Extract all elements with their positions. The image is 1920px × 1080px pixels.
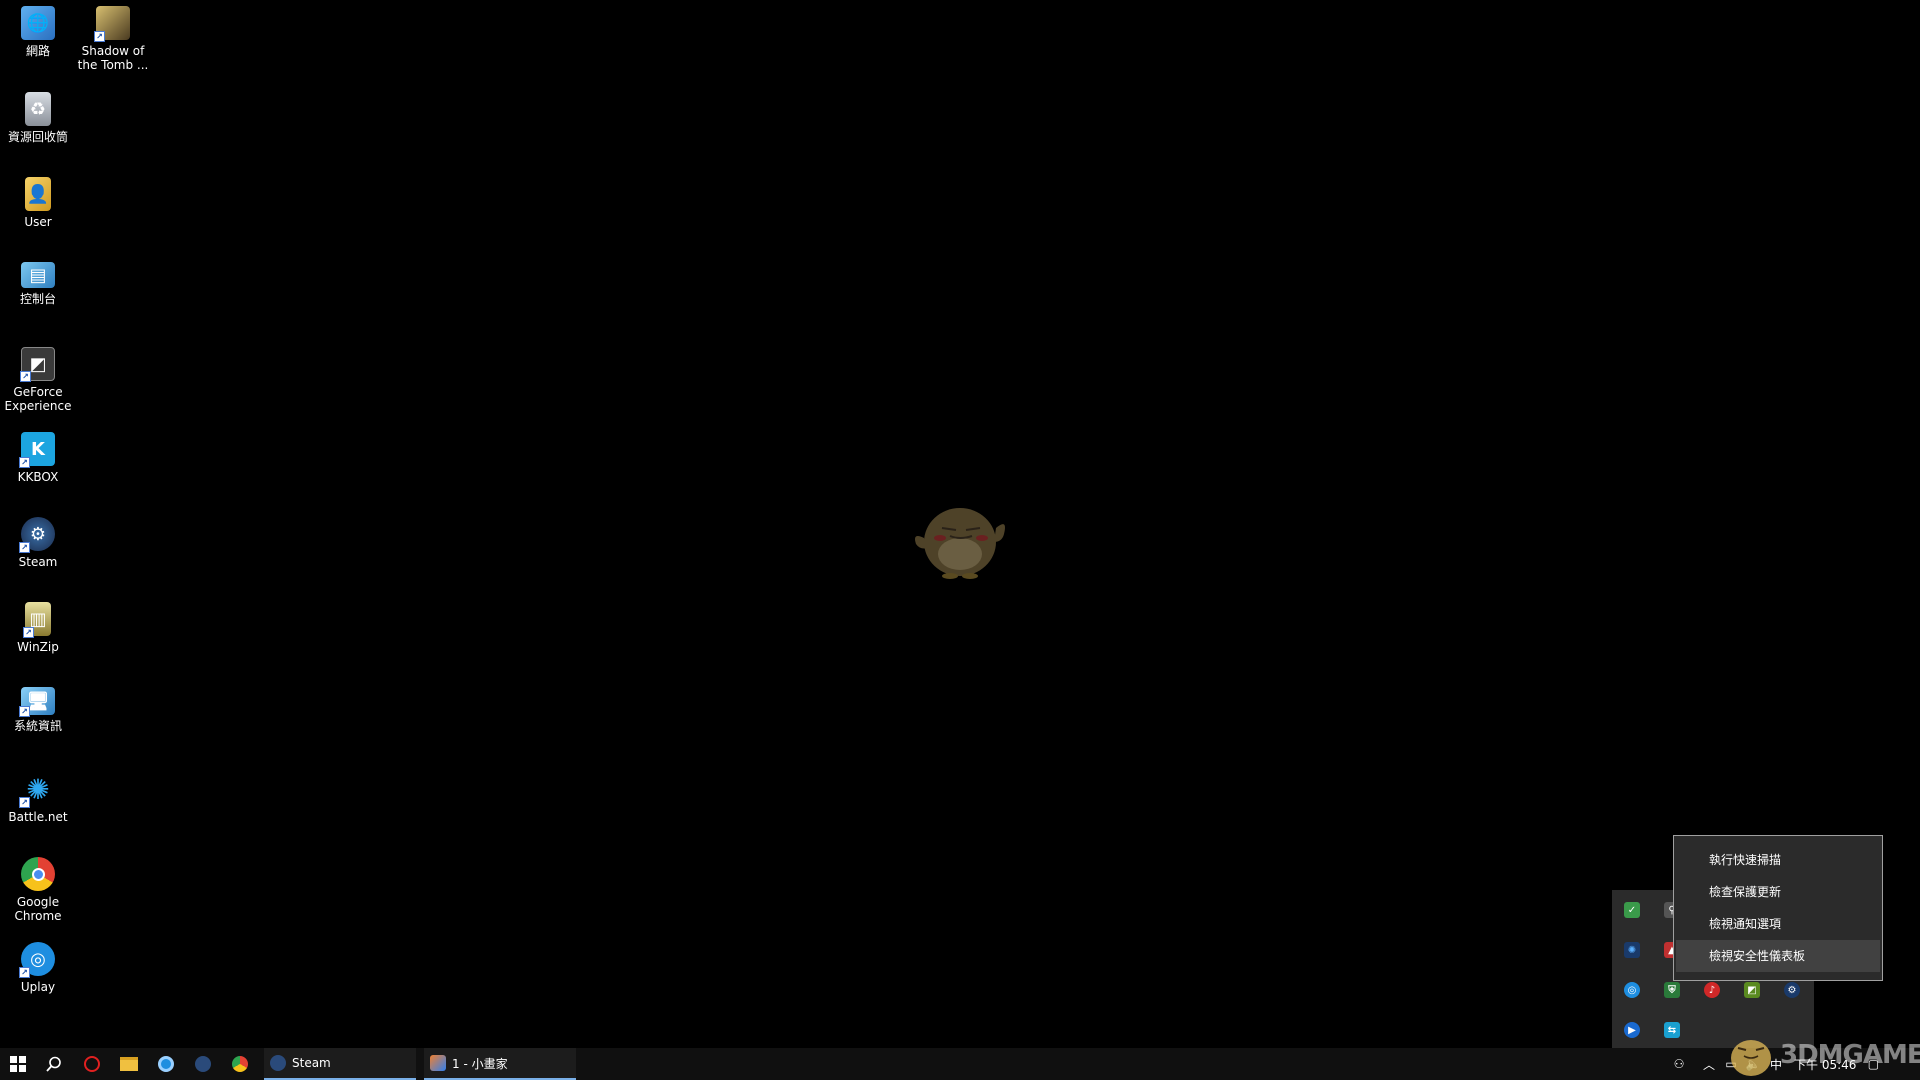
desktop-icon-system-info[interactable]: 🖥 ↗ 系統資訊 (0, 687, 76, 733)
desktop-icon-network[interactable]: 🌐 網路 (0, 6, 76, 58)
shortcut-arrow-icon: ↗ (23, 627, 34, 638)
watermark: 3DMGAME (1726, 1030, 1920, 1080)
desktop-icon-label: 資源回收筒 (7, 130, 68, 144)
menu-item-security-dashboard[interactable]: 檢視安全性儀表板 (1676, 940, 1880, 972)
windows-logo-icon (10, 1056, 26, 1072)
desktop-icon-battlenet[interactable]: ✺ ↗ Battle.net (0, 772, 76, 825)
network-icon: 🌐 (21, 6, 55, 40)
shortcut-arrow-icon: ↗ (19, 706, 30, 717)
shortcut-arrow-icon: ↗ (19, 797, 30, 808)
watermark-text: 3DMGAME (1780, 1040, 1920, 1070)
red-circle-app-icon (84, 1056, 100, 1072)
paint-icon (430, 1055, 446, 1071)
desktop-icon-label: User (24, 215, 52, 229)
search-button[interactable] (36, 1048, 72, 1080)
menu-item-check-updates[interactable]: 檢查保護更新 (1676, 876, 1880, 908)
battlenet-tray-icon[interactable]: ✺ (1624, 942, 1640, 958)
uplay-icon (158, 1056, 174, 1072)
shortcut-arrow-icon: ↗ (94, 31, 105, 42)
desktop-icon-kkbox[interactable]: K ↗ KKBOX (0, 432, 76, 484)
shortcut-arrow-icon: ↗ (20, 371, 31, 382)
desktop-icon-label: Google Chrome (14, 895, 62, 923)
system-info-icon: 🖥 ↗ (19, 687, 55, 717)
desktop-icon-recycle-bin[interactable]: ♻ 資源回收筒 (0, 92, 76, 144)
desktop-icon-steam[interactable]: ⚙ ↗ Steam (0, 517, 76, 569)
taskbar-pinned-uplay[interactable] (148, 1048, 184, 1080)
steam-icon (270, 1055, 286, 1071)
taskbar-pinned-steam[interactable] (185, 1048, 221, 1080)
people-icon[interactable]: ⚇ (1668, 1048, 1690, 1080)
defender-context-menu: 執行快速掃描 檢查保護更新 檢視通知選項 檢視安全性儀表板 (1673, 835, 1883, 981)
chrome-icon (21, 857, 55, 891)
desktop-icon-control-panel[interactable]: ▤ 控制台 (0, 262, 76, 306)
recycle-bin-icon: ♻ (25, 92, 51, 126)
battlenet-icon: ✺ ↗ (19, 772, 55, 808)
geforce-icon: ◩ ↗ (20, 347, 55, 382)
desktop-icon-label: KKBOX (17, 470, 59, 484)
shortcut-arrow-icon: ↗ (19, 457, 30, 468)
steam-icon: ⚙ ↗ (19, 517, 55, 553)
defender-shield-icon[interactable]: ✓ (1624, 902, 1640, 918)
winzip-icon: ▥ ↗ (23, 602, 51, 638)
sync-tray-icon[interactable]: ⇆ (1664, 1022, 1680, 1038)
steam-icon (195, 1056, 211, 1072)
shortcut-arrow-icon: ↗ (19, 967, 30, 978)
desktop-icon-label: 系統資訊 (13, 719, 62, 733)
taskbar-pinned-chrome[interactable] (222, 1048, 258, 1080)
taskbar-app-paint[interactable]: 1 - 小畫家 (424, 1048, 576, 1080)
desktop-icon-label: WinZip (17, 640, 59, 654)
desktop-icon-label: 控制台 (19, 292, 56, 306)
desktop-icon-chrome[interactable]: Google Chrome (0, 857, 76, 923)
kkbox-icon: K ↗ (19, 432, 55, 468)
file-explorer-icon (120, 1057, 138, 1071)
desktop-icon-geforce[interactable]: ◩ ↗ GeForce Experience (0, 347, 76, 413)
media-tray-icon[interactable]: ▶ (1624, 1022, 1640, 1038)
game-icon: ↗ (94, 6, 130, 42)
desktop-icon-user[interactable]: 👤 User (0, 177, 76, 229)
taskbar-pinned-red-app[interactable] (74, 1048, 110, 1080)
desktop-icon-label: GeForce Experience (4, 385, 72, 413)
desktop-icon-label: 網路 (25, 44, 50, 58)
menu-item-notification-options[interactable]: 檢視通知選項 (1676, 908, 1880, 940)
chevron-up-icon[interactable]: ︿ (1698, 1048, 1720, 1080)
taskbar-pinned-explorer[interactable] (111, 1048, 147, 1080)
uplay-icon: ◎ ↗ (19, 942, 55, 978)
user-folder-icon: 👤 (25, 177, 51, 211)
desktop-icon-label: Shadow of the Tomb ... (77, 44, 149, 72)
start-button[interactable] (0, 1048, 36, 1080)
control-panel-icon: ▤ (21, 262, 55, 288)
desktop-icon-label: Uplay (20, 980, 56, 994)
security-tray-icon[interactable]: ⛨ (1664, 982, 1680, 998)
steam-tray-icon[interactable]: ⚙ (1784, 982, 1800, 998)
wallpaper-mascot-image (915, 508, 1005, 579)
nvidia-tray-icon[interactable]: ◩ (1744, 982, 1760, 998)
uplay-tray-icon[interactable]: ◎ (1624, 982, 1640, 998)
desktop-icon-shadow-tomb[interactable]: ↗ Shadow of the Tomb ... (75, 6, 151, 72)
desktop-icon-uplay[interactable]: ◎ ↗ Uplay (0, 942, 76, 994)
watermark-mascot-icon (1731, 1040, 1771, 1076)
desktop-icon-label: Steam (18, 555, 58, 569)
taskbar-app-steam[interactable]: Steam (264, 1048, 416, 1080)
kkbox-tray-icon[interactable]: ♪ (1704, 982, 1720, 998)
shortcut-arrow-icon: ↗ (19, 542, 30, 553)
desktop-icon-label: Battle.net (8, 810, 68, 824)
menu-item-quick-scan[interactable]: 執行快速掃描 (1676, 844, 1880, 876)
taskbar-app-label: 1 - 小畫家 (452, 1056, 508, 1071)
desktop-icon-winzip[interactable]: ▥ ↗ WinZip (0, 602, 76, 654)
taskbar-app-label: Steam (292, 1056, 331, 1070)
chrome-icon (232, 1056, 248, 1072)
taskbar: Steam 1 - 小畫家 ⚇ ︿ ▭ 🔈 中 下午 05:46 ▢ (0, 1048, 1920, 1080)
search-icon (46, 1056, 61, 1072)
